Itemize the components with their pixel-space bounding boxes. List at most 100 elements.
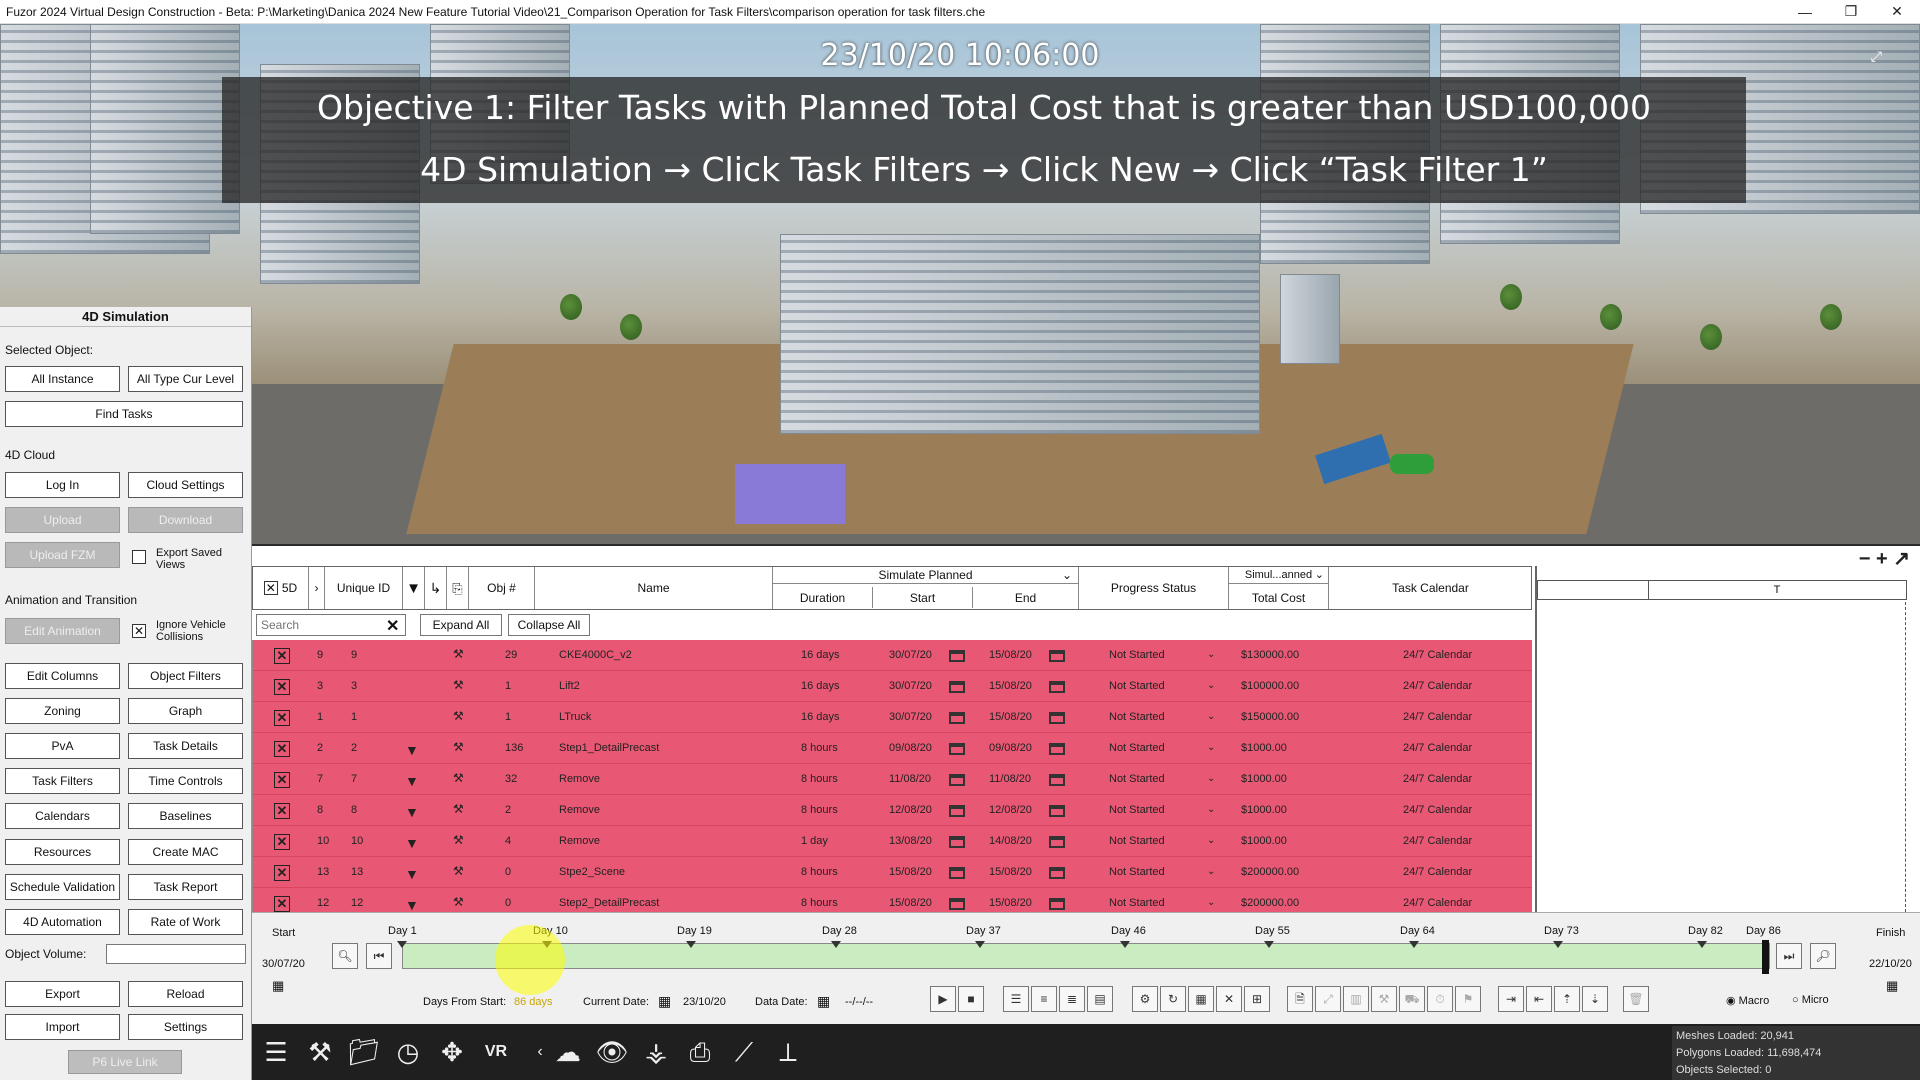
end-calendar-icon[interactable]	[1049, 681, 1065, 693]
simul-planned-dropdown[interactable]: Simul...anned ⌄	[1229, 567, 1328, 584]
table-row[interactable]: ✕ 8 8 ▼ ⚒ 2 Remove 8 hours 12/08/20 12/08/20 Not S…	[253, 795, 1532, 826]
row-name[interactable]: Step2_DetailPrecast	[559, 897, 659, 909]
hierarchy-icon[interactable]: ⚶	[638, 1034, 674, 1070]
row-start[interactable]: 13/08/20	[889, 835, 932, 847]
4d-automation-button[interactable]: 4D Automation	[5, 909, 120, 935]
timeline-track[interactable]	[402, 940, 1770, 974]
gantt-chart[interactable]: T	[1535, 566, 1920, 912]
row-end[interactable]: 11/08/20	[989, 773, 1031, 785]
stop-icon[interactable]: ■	[958, 986, 984, 1012]
macro-radio[interactable]: ◉ Macro	[1726, 994, 1769, 1007]
start-calendar-icon[interactable]	[949, 774, 965, 786]
row-name[interactable]: Remove	[559, 773, 600, 785]
filter-header-icon[interactable]: ▼	[403, 567, 425, 609]
row-total-cost[interactable]: $200000.00	[1241, 866, 1299, 878]
row-status[interactable]: Not Started	[1109, 804, 1165, 816]
table-row[interactable]: ✕ 10 10 ▼ ⚒ 4 Remove 1 day 13/08/20 14/08/20 Not S…	[253, 826, 1532, 857]
row-end[interactable]: 12/08/20	[989, 804, 1032, 816]
paste-header-icon[interactable]: ⎘	[447, 567, 469, 609]
finish-date-calendar-icon[interactable]: ▦	[1886, 978, 1898, 994]
flag-tool-icon[interactable]: ⚑	[1455, 986, 1481, 1012]
skip-to-end-icon[interactable]: ⏭	[1776, 943, 1802, 969]
end-calendar-icon[interactable]	[1049, 805, 1065, 817]
row-include-checkbox[interactable]: ✕	[274, 896, 290, 912]
row-end[interactable]: 15/08/20	[989, 711, 1032, 723]
row-include-checkbox[interactable]: ✕	[274, 865, 290, 881]
row-include-checkbox[interactable]: ✕	[274, 741, 290, 757]
row-status[interactable]: Not Started	[1109, 866, 1165, 878]
end-calendar-icon[interactable]	[1049, 867, 1065, 879]
maximize-button[interactable]: ❐	[1828, 3, 1874, 20]
axis-icon[interactable]: ⟂	[770, 1034, 806, 1070]
row-total-cost[interactable]: $1000.00	[1241, 773, 1287, 785]
crossing-tool-icon[interactable]: ✕	[1216, 986, 1242, 1012]
row-duration[interactable]: 16 days	[801, 680, 840, 692]
cloud-icon[interactable]: ☁	[550, 1034, 586, 1070]
reload-button[interactable]: Reload	[128, 981, 243, 1007]
row-name[interactable]: Remove	[559, 804, 600, 816]
row-include-checkbox[interactable]: ✕	[274, 679, 290, 695]
row-calendar[interactable]: 24/7 Calendar	[1403, 835, 1472, 847]
measure-icon[interactable]: ⟋	[726, 1034, 762, 1070]
row-calendar[interactable]: 24/7 Calendar	[1403, 773, 1472, 785]
zoom-in-icon[interactable]: 🔎︎	[1810, 943, 1836, 969]
end-calendar-icon[interactable]	[1049, 774, 1065, 786]
row-end[interactable]: 15/08/20	[989, 680, 1032, 692]
row-start[interactable]: 15/08/20	[889, 866, 932, 878]
simulate-planned-dropdown[interactable]: Simulate Planned ⌄	[773, 567, 1078, 584]
start-calendar-icon[interactable]	[949, 681, 965, 693]
skip-to-start-icon[interactable]: ⏮	[366, 943, 392, 969]
row-duration[interactable]: 16 days	[801, 711, 840, 723]
row-total-cost[interactable]: $150000.00	[1241, 711, 1299, 723]
row-duration[interactable]: 1 day	[801, 835, 828, 847]
start-date-calendar-icon[interactable]: ▦	[272, 978, 284, 994]
align-left-tool-icon[interactable]: ☰	[1003, 986, 1029, 1012]
current-date-calendar-icon[interactable]: ▦	[658, 993, 671, 1010]
zoning-button[interactable]: Zoning	[5, 698, 120, 724]
delete-tool-icon[interactable]: 🗑	[1623, 986, 1649, 1012]
vehicle-tool-icon[interactable]: ⛟	[1399, 986, 1425, 1012]
row-duration[interactable]: 8 hours	[801, 897, 838, 909]
chevron-down-icon[interactable]: ⌄	[1207, 866, 1215, 877]
row-start[interactable]: 30/07/20	[889, 711, 932, 723]
download-button[interactable]: Download	[128, 507, 243, 533]
timeline-playhead[interactable]	[1762, 940, 1769, 974]
move-down-tool-icon[interactable]: ⇣	[1582, 986, 1608, 1012]
row-end[interactable]: 15/08/20	[989, 866, 1032, 878]
chevron-down-icon[interactable]: ⌄	[1207, 711, 1215, 722]
start-calendar-icon[interactable]	[949, 650, 965, 662]
viewport-expand-icon[interactable]: ⤢	[1871, 48, 1882, 65]
row-calendar[interactable]: 24/7 Calendar	[1403, 866, 1472, 878]
list-tool-icon[interactable]: ≣	[1059, 986, 1085, 1012]
table-row[interactable]: ✕ 9 9 ⚒ 29 CKE4000C_v2 16 days 30/07/20 15/08/20…	[253, 640, 1532, 671]
end-calendar-icon[interactable]	[1049, 743, 1065, 755]
row-start[interactable]: 30/07/20	[889, 649, 932, 661]
header-duration[interactable]: Duration	[773, 587, 873, 608]
row-name[interactable]: Step1_DetailPrecast	[559, 742, 659, 754]
clear-search-icon[interactable]: ✕	[386, 616, 399, 636]
table-row[interactable]: ✕ 3 3 ⚒ 1 Lift2 16 days 30/07/20 15/08/20 Not Sta…	[253, 671, 1532, 702]
task-details-button[interactable]: Task Details	[128, 733, 243, 759]
row-include-checkbox[interactable]: ✕	[274, 772, 290, 788]
row-status[interactable]: Not Started	[1109, 897, 1165, 909]
row-duration[interactable]: 16 days	[801, 649, 840, 661]
row-total-cost[interactable]: $1000.00	[1241, 804, 1287, 816]
search-input[interactable]	[256, 614, 406, 636]
expand-column-header[interactable]: ›	[309, 567, 325, 609]
table-row[interactable]: ✕ 7 7 ▼ ⚒ 32 Remove 8 hours 11/08/20 11/08/20 Not …	[253, 764, 1532, 795]
edit-columns-button[interactable]: Edit Columns	[5, 663, 120, 689]
row-calendar[interactable]: 24/7 Calendar	[1403, 711, 1472, 723]
end-calendar-icon[interactable]	[1049, 836, 1065, 848]
resources-button[interactable]: Resources	[5, 839, 120, 865]
row-name[interactable]: Stpe2_Scene	[559, 866, 625, 878]
camera-icon[interactable]: ⎙	[682, 1034, 718, 1070]
end-calendar-icon[interactable]	[1049, 712, 1065, 724]
crane-tool-icon[interactable]: ⚒	[1371, 986, 1397, 1012]
row-name[interactable]: CKE4000C_v2	[559, 649, 632, 661]
calendars-button[interactable]: Calendars	[5, 803, 120, 829]
row-start[interactable]: 15/08/20	[889, 897, 932, 909]
chevron-down-icon[interactable]: ⌄	[1207, 680, 1215, 691]
start-calendar-icon[interactable]	[949, 867, 965, 879]
edit-animation-button[interactable]: Edit Animation	[5, 618, 120, 644]
schedule-validation-button[interactable]: Schedule Validation	[5, 874, 120, 900]
